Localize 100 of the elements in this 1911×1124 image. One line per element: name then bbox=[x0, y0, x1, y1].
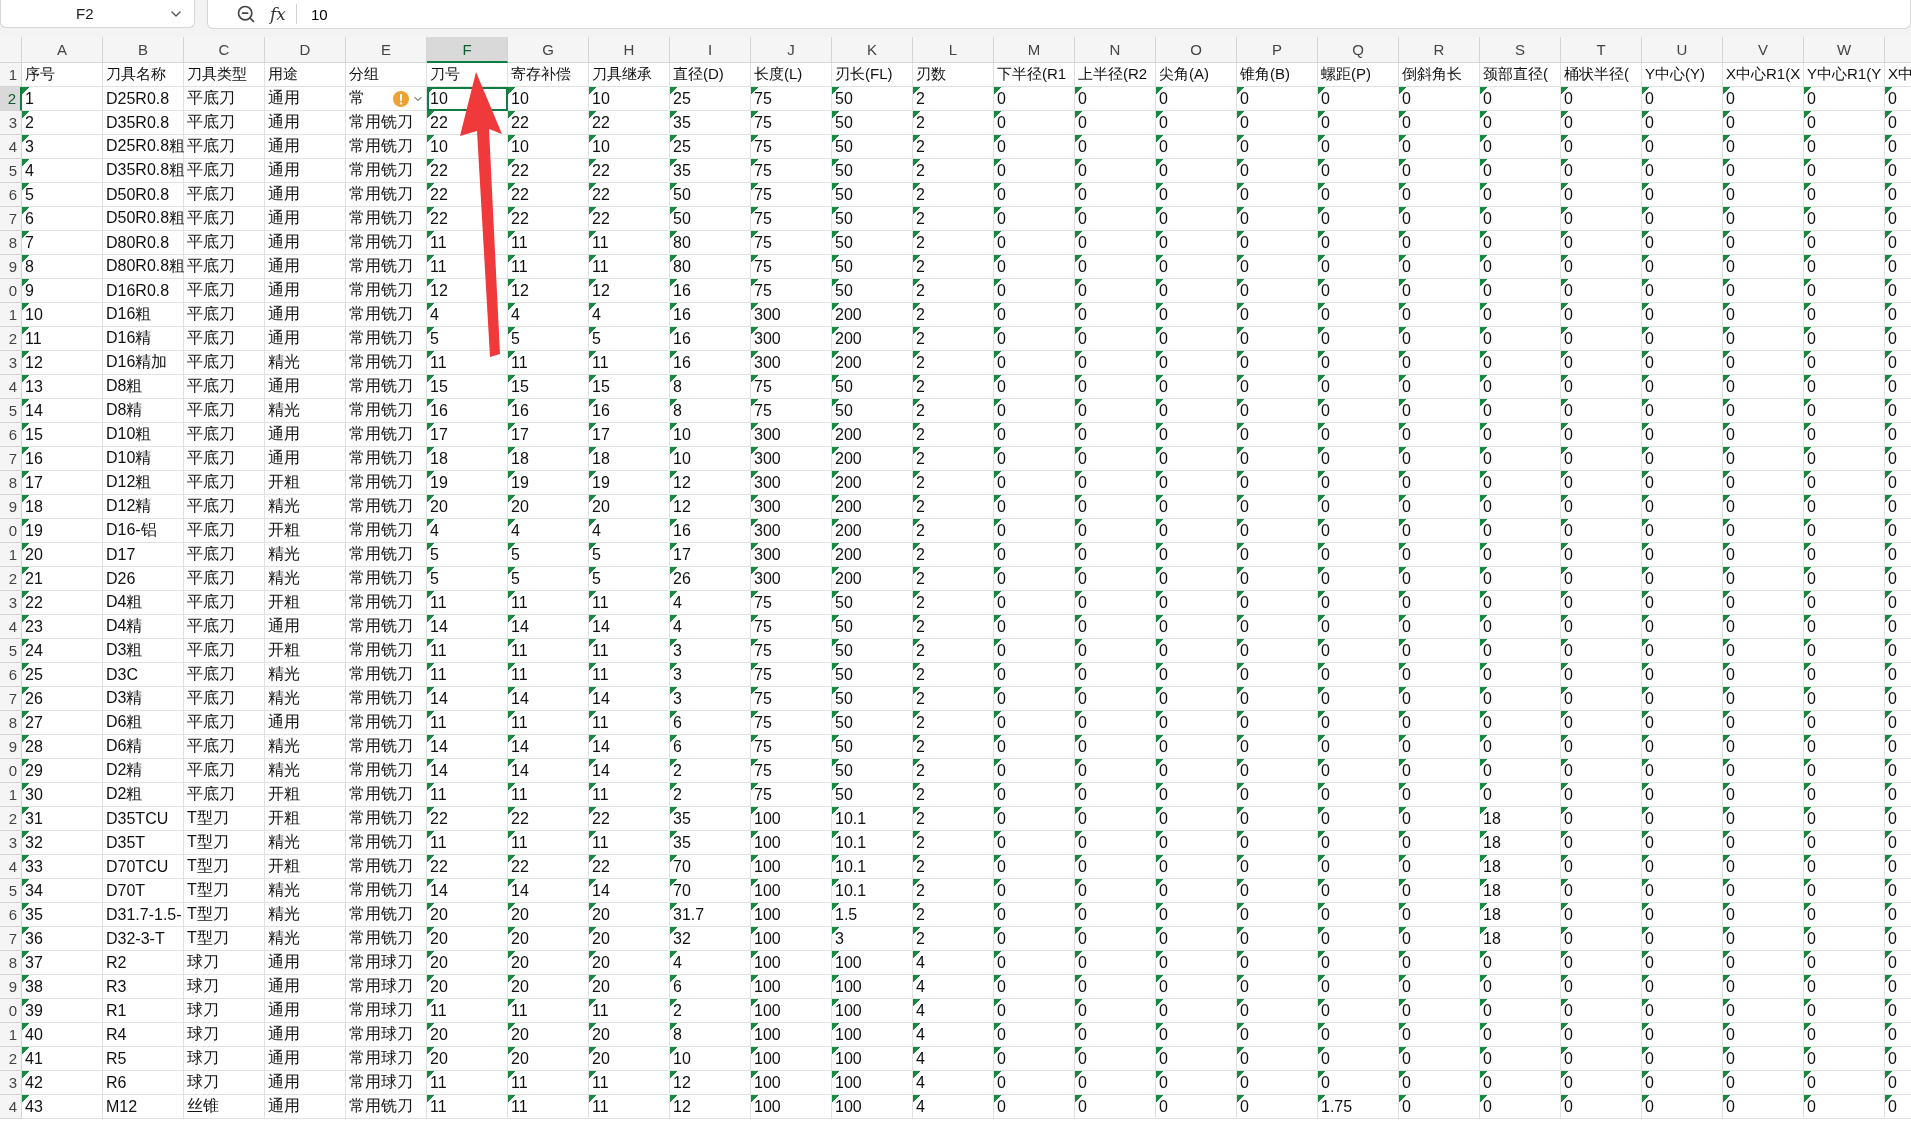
row-header[interactable]: 1 bbox=[0, 543, 22, 567]
column-header[interactable]: Q bbox=[1318, 37, 1399, 63]
row-header[interactable]: 2 bbox=[0, 807, 22, 831]
table-cell: 0 bbox=[1237, 255, 1318, 279]
column-header[interactable]: M bbox=[994, 37, 1075, 63]
column-header[interactable]: G bbox=[508, 37, 589, 63]
column-header[interactable]: N bbox=[1075, 37, 1156, 63]
table-cell: 100 bbox=[751, 1047, 832, 1071]
row-header[interactable]: 6 bbox=[0, 903, 22, 927]
column-header[interactable]: T bbox=[1561, 37, 1642, 63]
column-header[interactable]: P bbox=[1237, 37, 1318, 63]
name-box[interactable]: F2 bbox=[0, 0, 195, 28]
table-cell: 0 bbox=[1156, 111, 1237, 135]
row-header[interactable]: 7 bbox=[0, 927, 22, 951]
row-header[interactable]: 8 bbox=[0, 471, 22, 495]
table-cell: 0 bbox=[1156, 687, 1237, 711]
column-header[interactable]: E bbox=[346, 37, 427, 63]
row-header[interactable]: 8 bbox=[0, 231, 22, 255]
row-header[interactable]: 5 bbox=[0, 159, 22, 183]
table-cell: 31 bbox=[22, 807, 103, 831]
row-header[interactable]: 9 bbox=[0, 255, 22, 279]
row-header[interactable]: 6 bbox=[0, 663, 22, 687]
row-header[interactable]: 1 bbox=[0, 783, 22, 807]
column-header[interactable]: L bbox=[913, 37, 994, 63]
row-header[interactable]: 9 bbox=[0, 495, 22, 519]
row-header[interactable]: 2 bbox=[0, 1047, 22, 1071]
row-header[interactable]: 0 bbox=[0, 759, 22, 783]
table-cell: 0 bbox=[1561, 543, 1642, 567]
table-cell: 0 bbox=[1156, 279, 1237, 303]
table-cell: 0 bbox=[994, 687, 1075, 711]
column-header[interactable]: A bbox=[22, 37, 103, 63]
table-cell: 0 bbox=[994, 855, 1075, 879]
column-header[interactable]: B bbox=[103, 37, 184, 63]
column-header[interactable]: W bbox=[1804, 37, 1885, 63]
table-cell: 0 bbox=[994, 87, 1075, 111]
row-header[interactable]: 9 bbox=[0, 735, 22, 759]
row-header[interactable]: 8 bbox=[0, 951, 22, 975]
table-cell: 0 bbox=[1723, 975, 1804, 999]
row-header[interactable]: 3 bbox=[0, 1071, 22, 1095]
column-header[interactable]: I bbox=[670, 37, 751, 63]
table-cell: 0 bbox=[1642, 735, 1723, 759]
row-header[interactable]: 6 bbox=[0, 423, 22, 447]
column-header[interactable]: J bbox=[751, 37, 832, 63]
column-header[interactable]: H bbox=[589, 37, 670, 63]
table-cell: 0 bbox=[1885, 399, 1911, 423]
row-header[interactable]: 8 bbox=[0, 711, 22, 735]
table-cell: D50R0.8粗 bbox=[103, 207, 184, 231]
row-header[interactable]: 2 bbox=[0, 87, 22, 111]
row-header[interactable]: 3 bbox=[0, 831, 22, 855]
table-cell: 14 bbox=[508, 735, 589, 759]
row-header[interactable]: 9 bbox=[0, 975, 22, 999]
row-header[interactable]: 3 bbox=[0, 351, 22, 375]
row-header[interactable]: 5 bbox=[0, 639, 22, 663]
row-header[interactable]: 4 bbox=[0, 855, 22, 879]
row-header[interactable]: 0 bbox=[0, 279, 22, 303]
row-header[interactable]: 2 bbox=[0, 327, 22, 351]
column-header[interactable]: R bbox=[1399, 37, 1480, 63]
table-cell: 0 bbox=[1156, 519, 1237, 543]
row-header[interactable]: 7 bbox=[0, 687, 22, 711]
row-header[interactable]: 7 bbox=[0, 447, 22, 471]
table-cell: 0 bbox=[1318, 783, 1399, 807]
column-header[interactable]: O bbox=[1156, 37, 1237, 63]
column-header[interactable]: F bbox=[427, 37, 508, 63]
row-header[interactable]: 5 bbox=[0, 399, 22, 423]
row-header[interactable]: 4 bbox=[0, 1095, 22, 1119]
formula-field[interactable]: fx 10 bbox=[207, 0, 1911, 29]
table-cell: 0 bbox=[1399, 327, 1480, 351]
row-header[interactable]: 1 bbox=[0, 303, 22, 327]
row-header[interactable]: 1 bbox=[0, 63, 22, 87]
table-cell: 0 bbox=[1885, 1023, 1911, 1047]
column-header[interactable]: V bbox=[1723, 37, 1804, 63]
table-cell: 0 bbox=[1237, 471, 1318, 495]
column-header[interactable]: S bbox=[1480, 37, 1561, 63]
table-cell: 11 bbox=[589, 1095, 670, 1119]
warning-icon[interactable] bbox=[392, 90, 410, 108]
table-cell: 通用 bbox=[265, 375, 346, 399]
column-header[interactable]: C bbox=[184, 37, 265, 63]
row-header[interactable]: 4 bbox=[0, 375, 22, 399]
table-cell: 50 bbox=[832, 207, 913, 231]
table-cell: D10精 bbox=[103, 447, 184, 471]
row-header[interactable]: 7 bbox=[0, 207, 22, 231]
zoom-out-icon[interactable] bbox=[236, 4, 256, 24]
row-header[interactable]: 0 bbox=[0, 999, 22, 1023]
row-header[interactable]: 3 bbox=[0, 591, 22, 615]
table-cell: 0 bbox=[1399, 807, 1480, 831]
row-header[interactable]: 1 bbox=[0, 1023, 22, 1047]
table-cell: 0 bbox=[1156, 231, 1237, 255]
row-header[interactable]: 5 bbox=[0, 879, 22, 903]
column-header[interactable]: D bbox=[265, 37, 346, 63]
row-header[interactable]: 4 bbox=[0, 615, 22, 639]
row-header[interactable]: 6 bbox=[0, 183, 22, 207]
table-cell: 2 bbox=[913, 423, 994, 447]
row-header[interactable]: 2 bbox=[0, 567, 22, 591]
column-header[interactable]: K bbox=[832, 37, 913, 63]
row-header[interactable]: 0 bbox=[0, 519, 22, 543]
table-cell: 5 bbox=[589, 327, 670, 351]
table-cell: 开粗 bbox=[265, 519, 346, 543]
row-header[interactable]: 4 bbox=[0, 135, 22, 159]
column-header[interactable]: U bbox=[1642, 37, 1723, 63]
row-header[interactable]: 3 bbox=[0, 111, 22, 135]
